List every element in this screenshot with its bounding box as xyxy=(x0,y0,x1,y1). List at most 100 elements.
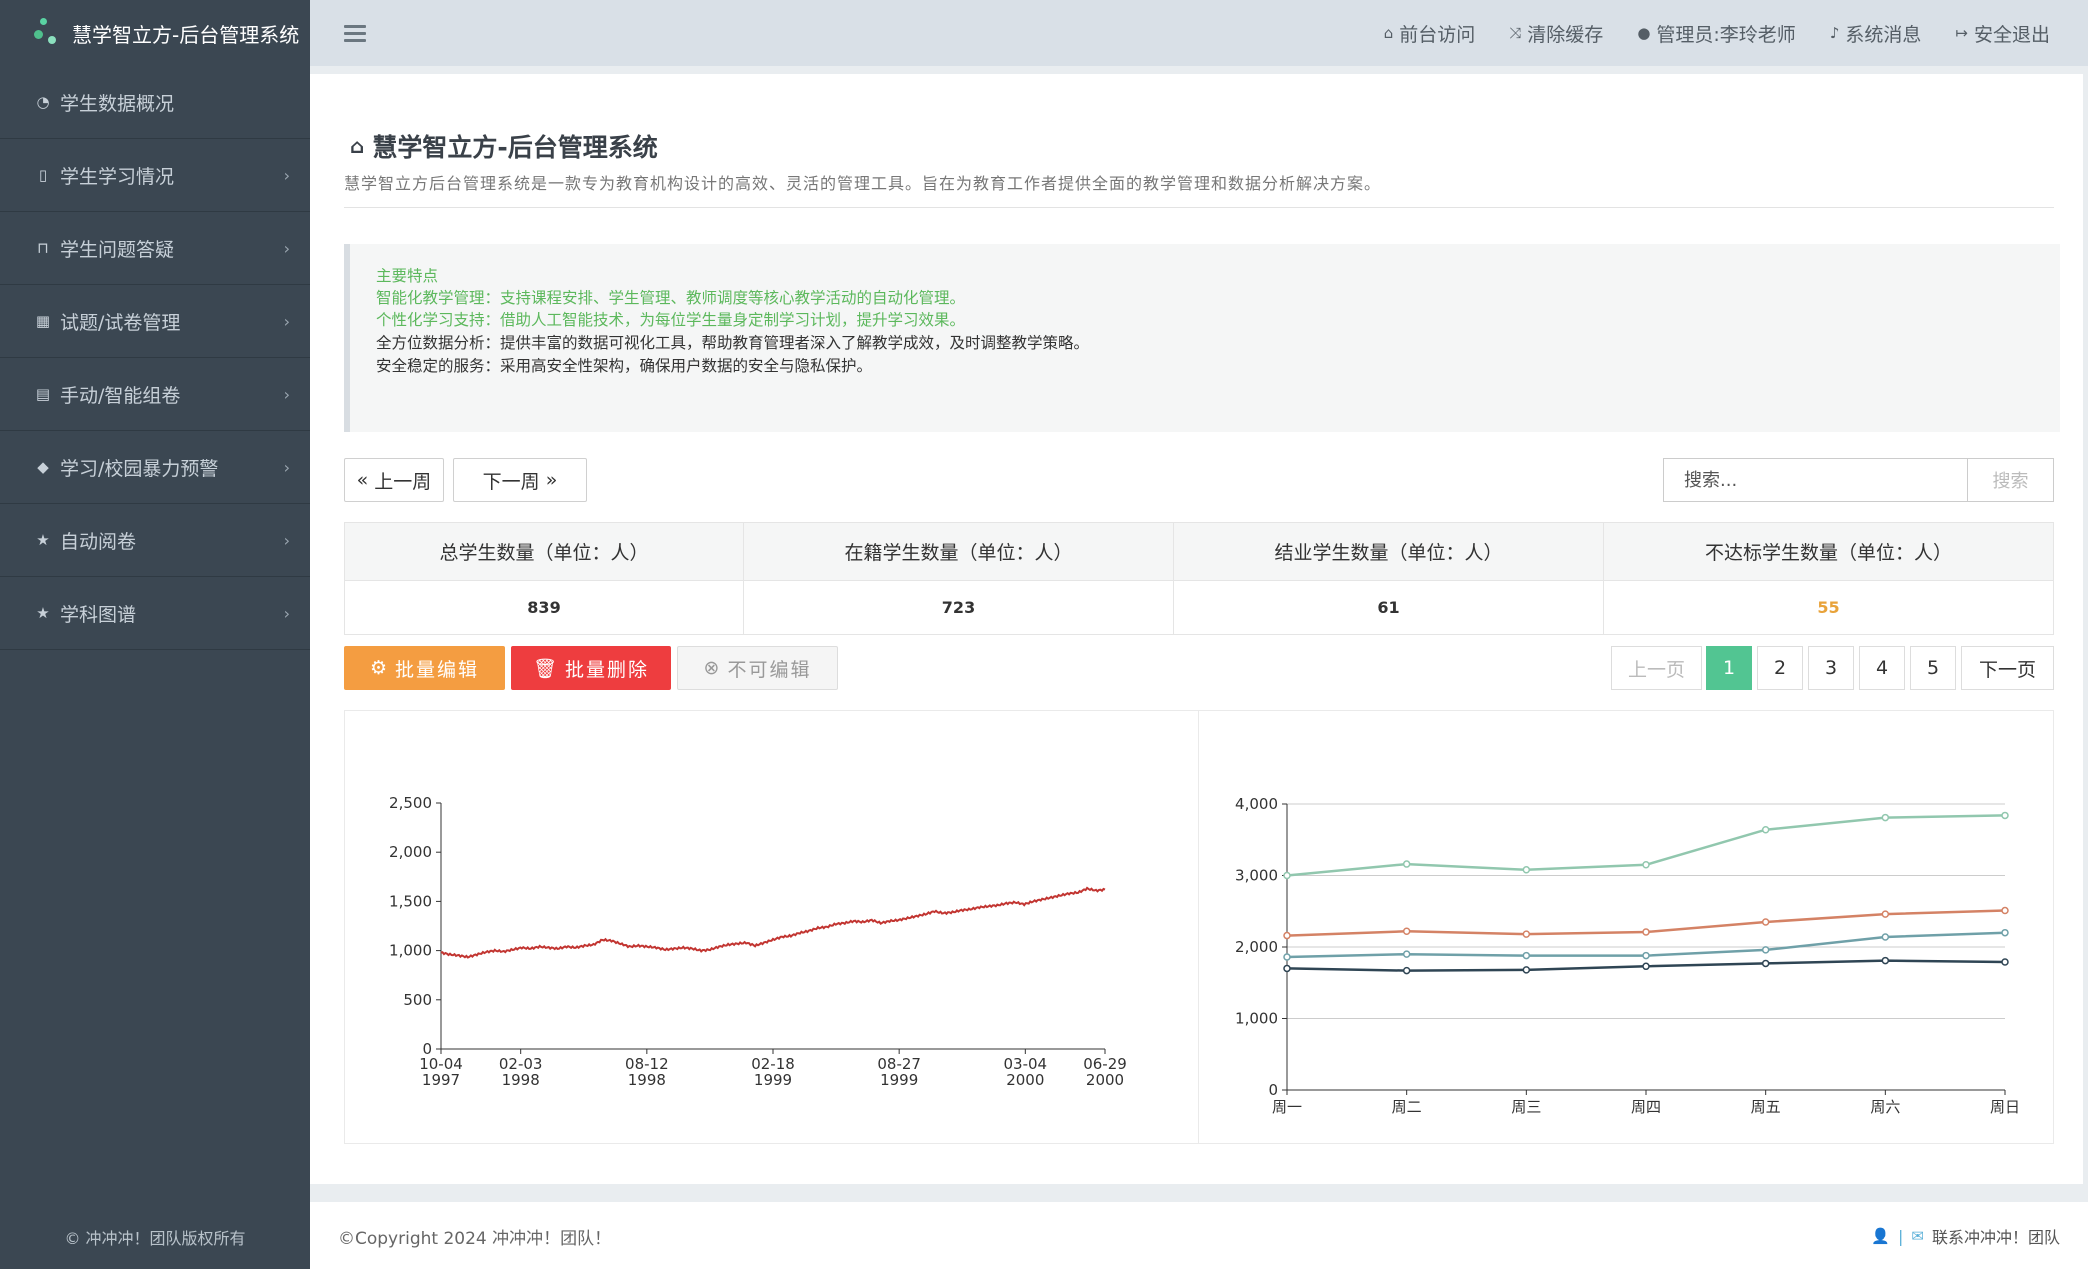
sidebar-footer: © 冲冲冲！团队版权所有 xyxy=(64,1229,246,1248)
table-icon: ▦ xyxy=(35,312,51,330)
copyright-text: ©Copyright 2024 冲冲冲！团队！ xyxy=(338,1229,612,1249)
brand[interactable]: 慧学智立方-后台管理系统 xyxy=(0,0,310,66)
sidebar-item[interactable]: ★ 学科图谱 › xyxy=(0,577,310,650)
next-week-button[interactable]: 下一周 » xyxy=(453,458,587,502)
next-week-label: 下一周 xyxy=(482,470,540,493)
home-icon: ⌂ xyxy=(1383,24,1394,42)
data-point xyxy=(1761,946,1770,954)
graduated-students-value: 61 xyxy=(1173,580,1604,635)
search-button[interactable]: 搜索 xyxy=(1967,458,2054,502)
sign-out-icon: ↦ xyxy=(1955,24,1968,42)
sidebar-item[interactable]: ◆ 学习/校园暴力预警 › xyxy=(0,431,310,504)
sidebar-item-label: 手动/智能组卷 xyxy=(60,384,181,407)
next-page-button[interactable]: 下一页 xyxy=(1961,646,2054,690)
star-icon: ★ xyxy=(36,604,50,622)
features-callout: 主要特点 智能化教学管理：支持课程安排、学生管理、教师调度等核心教学活动的自动化… xyxy=(344,244,2060,432)
x-tick-label: 2000 xyxy=(1086,1071,1124,1089)
page-5-button[interactable]: 5 xyxy=(1910,646,1956,690)
sidebar-item[interactable]: ⊓ 学生问题答疑 › xyxy=(0,212,310,285)
substandard-students-value: 55 xyxy=(1603,580,2054,635)
footer-separator: | xyxy=(1898,1226,1904,1246)
y-tick-label: 2,000 xyxy=(1235,938,1278,956)
x-tick-label: 周二 xyxy=(1392,1098,1422,1116)
page-2-button[interactable]: 2 xyxy=(1757,646,1803,690)
envelope-icon[interactable]: ✉ xyxy=(1911,1227,1924,1245)
top-links: ⌂ 前台访问 ⤨ 清除缓存 ● 管理员:李玲老师 ♪ 系统消息 ↦ 安全退出 xyxy=(1384,20,2050,47)
data-point xyxy=(1642,962,1650,971)
x-tick-label: 周三 xyxy=(1511,1098,1541,1116)
sidebar-item[interactable]: ★ 自动阅卷 › xyxy=(0,504,310,577)
menu-toggle-icon[interactable] xyxy=(344,21,366,46)
user-icon: ● xyxy=(1637,24,1651,42)
data-point xyxy=(1522,966,1531,974)
callout-heading: 主要特点 xyxy=(376,267,439,285)
x-tick-label: 周四 xyxy=(1631,1098,1661,1116)
topbar: ⌂ 前台访问 ⤨ 清除缓存 ● 管理员:李玲老师 ♪ 系统消息 ↦ 安全退出 xyxy=(310,0,2088,66)
x-tick-label: 1999 xyxy=(754,1071,792,1089)
x-tick-label: 周五 xyxy=(1751,1098,1781,1116)
page-1-button[interactable]: 1 xyxy=(1706,646,1752,690)
double-chevron-left-icon: « xyxy=(356,469,369,491)
top-link-label: 系统消息 xyxy=(1845,23,1922,46)
gear-icon: ⚙ xyxy=(369,657,390,679)
top-link-label: 清除缓存 xyxy=(1527,23,1604,46)
batch-delete-label: 批量删除 xyxy=(565,658,650,681)
user-icon[interactable]: 👤 xyxy=(1871,1227,1890,1245)
data-point xyxy=(1402,927,1411,936)
top-link-label: 管理员:李玲老师 xyxy=(1656,23,1796,46)
data-point xyxy=(1881,813,1890,822)
x-tick-label: 1998 xyxy=(502,1071,540,1089)
callout-line: 个性化学习支持：借助人工智能技术，为每位学生量身定制学习计划，提升学习效果。 xyxy=(376,311,966,329)
sidebar-item-label: 学生问题答疑 xyxy=(60,238,175,261)
batch-edit-label: 批量编辑 xyxy=(395,658,480,681)
batch-delete-button[interactable]: 🗑 批量删除 xyxy=(511,646,671,690)
y-tick-label: 2,000 xyxy=(389,843,432,861)
data-point xyxy=(1761,959,1770,968)
page-4-button[interactable]: 4 xyxy=(1859,646,1905,690)
data-point xyxy=(2001,958,2009,966)
table-row: 839 723 61 55 xyxy=(344,580,2054,635)
not-editable-button[interactable]: ⊗ 不可编辑 xyxy=(677,646,838,690)
footer: ©Copyright 2024 冲冲冲！团队！ 👤 | ✉ 联系冲冲冲！团队 xyxy=(310,1202,2088,1269)
inbox-icon: ⊓ xyxy=(37,239,49,257)
top-link[interactable]: ♪ 系统消息 xyxy=(1830,20,1922,47)
top-link[interactable]: ● 管理员:李玲老师 xyxy=(1637,20,1796,47)
sidebar-item[interactable]: ▦ 试题/试卷管理 › xyxy=(0,285,310,358)
top-link[interactable]: ↦ 安全退出 xyxy=(1955,20,2050,47)
columns-icon: ▯ xyxy=(38,166,48,184)
data-point xyxy=(1642,928,1650,936)
x-tick-label: 1998 xyxy=(628,1071,666,1089)
sidebar: 慧学智立方-后台管理系统 ◔ 学生数据概况 ▯ 学生学习情况 › ⊓ 学生问题答疑 › ▦ 试题/… xyxy=(0,0,310,1269)
weekly-chart-svg: 0 1,000 2,000 3,000 4,000 周一 周二 周三 周四 周五 周六 周日 xyxy=(1235,795,2020,1116)
trash-icon: 🗑 xyxy=(532,657,560,680)
sidebar-item[interactable]: ◔ 学生数据概况 xyxy=(0,66,310,139)
series-line xyxy=(440,886,1106,959)
y-tick-label: 1,000 xyxy=(389,942,432,960)
data-point xyxy=(1881,956,1890,965)
search-input[interactable] xyxy=(1663,458,1968,502)
close-circle-icon: ⊗ xyxy=(703,657,722,679)
star-icon: ★ xyxy=(36,531,50,549)
dashboard-icon: ◔ xyxy=(36,93,50,111)
contact-link[interactable]: 联系冲冲冲！团队 xyxy=(1932,1224,2060,1248)
sidebar-item[interactable]: ▤ 手动/智能组卷 › xyxy=(0,358,310,431)
data-point xyxy=(1761,918,1770,926)
top-link[interactable]: ⤨ 清除缓存 xyxy=(1509,20,1603,47)
data-point xyxy=(1522,866,1531,874)
data-point xyxy=(2001,906,2009,915)
page-3-button[interactable]: 3 xyxy=(1808,646,1854,690)
prev-page-button[interactable]: 上一页 xyxy=(1611,646,1702,690)
sidebar-nav: ◔ 学生数据概况 ▯ 学生学习情况 › ⊓ 学生问题答疑 › ▦ 试题/试卷管理 › ▤ 手动/智能组卷… xyxy=(0,66,310,650)
sidebar-item[interactable]: ▯ 学生学习情况 › xyxy=(0,139,310,212)
data-point xyxy=(2001,811,2009,820)
top-link[interactable]: ⌂ 前台访问 xyxy=(1384,20,1476,47)
x-tick-label: 1999 xyxy=(880,1071,918,1089)
x-tick-label: 周六 xyxy=(1870,1098,1900,1116)
prev-week-button[interactable]: « 上一周 xyxy=(344,458,444,502)
divider xyxy=(344,207,2054,208)
y-tick-label: 500 xyxy=(403,991,432,1009)
data-point xyxy=(1761,825,1770,834)
tags-icon: ◆ xyxy=(37,458,49,476)
footer-contact: 👤 | ✉ 联系冲冲冲！团队 xyxy=(1871,1224,2060,1248)
batch-edit-button[interactable]: ⚙ 批量编辑 xyxy=(344,646,505,690)
